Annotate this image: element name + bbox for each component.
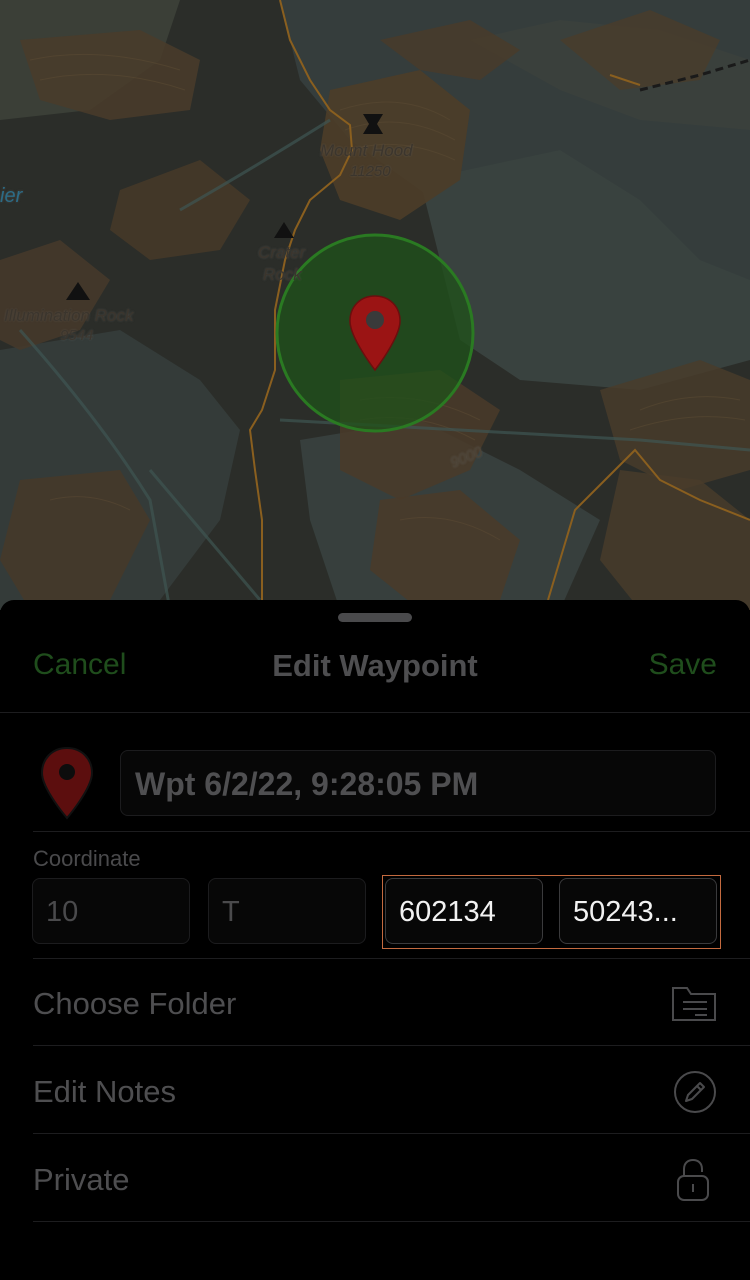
lock-icon xyxy=(677,1158,709,1201)
waypoint-name-input[interactable]: Wpt 6/2/22, 9:28:05 PM xyxy=(120,750,716,816)
private-row[interactable]: Private xyxy=(33,1136,717,1222)
choose-folder-row[interactable]: Choose Folder xyxy=(33,960,717,1046)
private-label: Private xyxy=(33,1162,130,1197)
map-label-illumination-rock: Illumination Rock xyxy=(4,306,134,325)
map-view[interactable]: Mount Hood 11250 Crater Rock Illuminatio… xyxy=(0,0,750,610)
map-pin-icon[interactable] xyxy=(40,746,94,822)
divider xyxy=(33,831,750,832)
map-pin-icon[interactable] xyxy=(348,294,402,374)
edit-waypoint-sheet: Cancel Edit Waypoint Save Wpt 6/2/22, 9:… xyxy=(0,600,750,1280)
divider xyxy=(33,1133,750,1134)
save-button[interactable]: Save xyxy=(649,648,717,682)
utm-zone-field[interactable]: 10 xyxy=(32,878,190,944)
map-label-mount-hood-elevation: 11250 xyxy=(350,163,391,180)
coordinate-label: Coordinate xyxy=(33,846,141,871)
map-label-glacier: ier xyxy=(0,185,23,207)
divider xyxy=(33,958,750,959)
pencil-icon xyxy=(674,1071,716,1113)
choose-folder-label: Choose Folder xyxy=(33,986,237,1021)
header-divider xyxy=(0,712,750,713)
map-label-crater-rock-2: Rock xyxy=(263,265,302,284)
map-label-mount-hood: Mount Hood xyxy=(320,141,413,160)
page-title: Edit Waypoint xyxy=(272,648,478,683)
divider xyxy=(33,1045,750,1046)
map-label-illumination-elevation: 9544 xyxy=(60,327,94,344)
edit-notes-label: Edit Notes xyxy=(33,1074,177,1109)
folder-icon xyxy=(672,987,716,1021)
utm-band-field[interactable]: T xyxy=(208,878,366,944)
coordinate-highlight xyxy=(382,875,721,949)
edit-notes-row[interactable]: Edit Notes xyxy=(33,1048,717,1134)
map-label-crater-rock-1: Crater xyxy=(258,243,306,262)
sheet-grabber[interactable] xyxy=(338,613,412,622)
divider xyxy=(33,1221,750,1222)
